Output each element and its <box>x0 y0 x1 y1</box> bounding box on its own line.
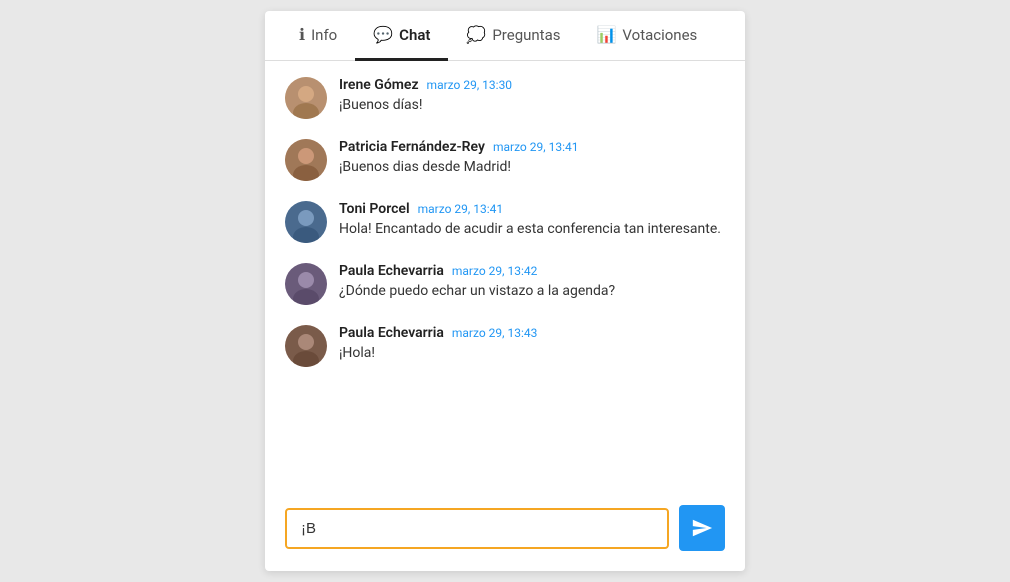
message-content: Paula Echevarria marzo 29, 13:42 ¿Dónde pu… <box>339 263 615 302</box>
message-item: Irene Gómez marzo 29, 13:30 ¡Buenos días! <box>285 77 725 119</box>
message-header: Irene Gómez marzo 29, 13:30 <box>339 77 512 93</box>
message-timestamp: marzo 29, 13:30 <box>427 78 513 92</box>
message-text: ¿Dónde puedo echar un vistazo a la agend… <box>339 282 615 302</box>
message-timestamp: marzo 29, 13:41 <box>418 202 504 216</box>
avatar <box>285 201 327 243</box>
send-button[interactable] <box>679 505 725 551</box>
message-timestamp: marzo 29, 13:41 <box>493 140 579 154</box>
chat-panel: ℹ Info 💬 Chat 💭 Preguntas 📊 Votaciones Irene Gó… <box>265 11 745 571</box>
message-item: Patricia Fernández-Rey marzo 29, 13:41 ¡Bu… <box>285 139 725 181</box>
message-sender-name: Toni Porcel <box>339 201 410 217</box>
message-sender-name: Irene Gómez <box>339 77 419 93</box>
message-content: Paula Echevarria marzo 29, 13:43 ¡Hola! <box>339 325 537 364</box>
votaciones-tab-icon: 📊 <box>597 25 617 44</box>
avatar <box>285 263 327 305</box>
message-text: Hola! Encantado de acudir a esta confere… <box>339 220 721 240</box>
chat-tab-label: Chat <box>399 26 430 44</box>
message-sender-name: Paula Echevarria <box>339 325 444 341</box>
tab-chat[interactable]: 💬 Chat <box>355 11 448 61</box>
message-text: ¡Hola! <box>339 344 537 364</box>
tab-info[interactable]: ℹ Info <box>281 11 355 61</box>
message-item: Toni Porcel marzo 29, 13:41 Hola! Encantad… <box>285 201 725 243</box>
message-header: Paula Echevarria marzo 29, 13:43 <box>339 325 537 341</box>
message-header: Toni Porcel marzo 29, 13:41 <box>339 201 721 217</box>
message-item: Paula Echevarria marzo 29, 13:43 ¡Hola! <box>285 325 725 367</box>
chat-tab-icon: 💬 <box>373 25 393 44</box>
chat-input[interactable] <box>285 508 669 549</box>
message-timestamp: marzo 29, 13:42 <box>452 264 538 278</box>
tab-preguntas[interactable]: 💭 Preguntas <box>448 11 578 61</box>
votaciones-tab-label: Votaciones <box>622 26 697 44</box>
message-sender-name: Paula Echevarria <box>339 263 444 279</box>
info-tab-icon: ℹ <box>299 25 305 44</box>
message-text: ¡Buenos dias desde Madrid! <box>339 158 578 178</box>
message-text: ¡Buenos días! <box>339 96 512 116</box>
avatar <box>285 325 327 367</box>
tab-votaciones[interactable]: 📊 Votaciones <box>579 11 716 61</box>
message-item: Paula Echevarria marzo 29, 13:42 ¿Dónde pu… <box>285 263 725 305</box>
message-sender-name: Patricia Fernández-Rey <box>339 139 485 155</box>
message-timestamp: marzo 29, 13:43 <box>452 326 538 340</box>
preguntas-tab-icon: 💭 <box>466 25 486 44</box>
message-header: Patricia Fernández-Rey marzo 29, 13:41 <box>339 139 578 155</box>
message-content: Toni Porcel marzo 29, 13:41 Hola! Encantad… <box>339 201 721 240</box>
message-header: Paula Echevarria marzo 29, 13:42 <box>339 263 615 279</box>
message-content: Irene Gómez marzo 29, 13:30 ¡Buenos días! <box>339 77 512 116</box>
preguntas-tab-label: Preguntas <box>492 26 560 44</box>
input-area <box>265 489 745 571</box>
tab-bar: ℹ Info 💬 Chat 💭 Preguntas 📊 Votaciones <box>265 11 745 61</box>
messages-list: Irene Gómezmarzo 29, 13:30¡Buenos días! … <box>265 61 745 489</box>
avatar <box>285 77 327 119</box>
avatar <box>285 139 327 181</box>
info-tab-label: Info <box>311 26 337 44</box>
message-content: Patricia Fernández-Rey marzo 29, 13:41 ¡Bu… <box>339 139 578 178</box>
